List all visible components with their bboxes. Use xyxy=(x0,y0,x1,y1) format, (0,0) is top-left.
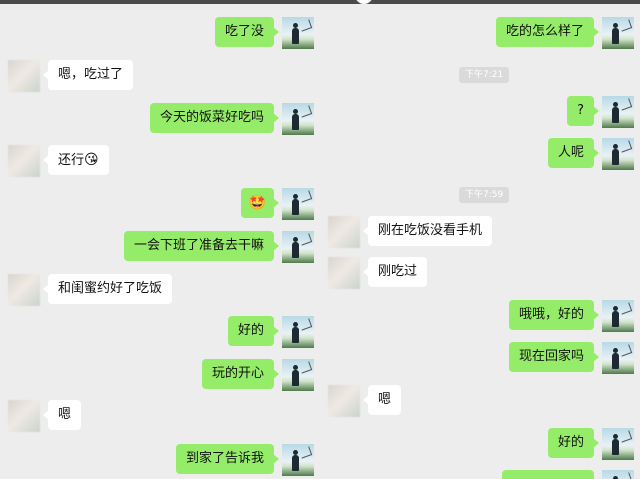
friend-avatar-icon[interactable] xyxy=(328,385,360,417)
message-text: 吃的怎么样了 xyxy=(505,24,584,39)
timestamp: 下午7:21 xyxy=(459,67,510,83)
message-text: 现在回家吗 xyxy=(518,349,584,364)
my-avatar-icon[interactable] xyxy=(282,444,314,476)
message-text: 好的 xyxy=(557,435,584,450)
my-avatar-icon[interactable] xyxy=(602,470,634,479)
message-text: 今天的饭菜好吃吗 xyxy=(159,110,264,125)
my-avatar-icon[interactable] xyxy=(602,428,634,460)
friend-avatar-icon[interactable] xyxy=(328,257,360,289)
message-text: 人呢 xyxy=(557,145,584,160)
incoming-bubble[interactable]: 还行😘 xyxy=(43,145,109,175)
message-text: 一会下班了准备去干嘛 xyxy=(133,238,264,253)
incoming-bubble[interactable]: 刚吃过 xyxy=(362,257,428,287)
message-text: 还行 xyxy=(58,153,85,168)
outgoing-bubble[interactable]: 玩的开心 xyxy=(201,359,280,389)
chat-pane-right[interactable]: 吃的怎么样了 下午7:21 ? 人呢 下午7:59 刚在吃饭没看手机 刚吃过 哦… xyxy=(320,4,640,479)
my-avatar-icon[interactable] xyxy=(602,138,634,170)
my-avatar-icon[interactable] xyxy=(282,231,314,263)
message-text: 刚在吃饭没看手机 xyxy=(378,223,483,238)
message-text: 嗯，吃过了 xyxy=(58,67,124,82)
outgoing-bubble[interactable]: 今天的饭菜好吃吗 xyxy=(149,103,280,133)
friend-avatar-icon[interactable] xyxy=(328,216,360,248)
outgoing-bubble[interactable]: 人呢 xyxy=(547,138,600,168)
my-avatar-icon[interactable] xyxy=(602,96,634,128)
incoming-bubble[interactable]: 嗯，吃过了 xyxy=(42,60,134,90)
message-text: 哦哦，好的 xyxy=(518,307,584,322)
friend-avatar-icon[interactable] xyxy=(8,400,40,432)
incoming-bubble[interactable]: 刚在吃饭没看手机 xyxy=(362,216,493,246)
message-text: 刚吃过 xyxy=(378,264,418,279)
my-avatar-icon[interactable] xyxy=(282,359,314,391)
incoming-bubble[interactable]: 嗯 xyxy=(362,385,402,415)
outgoing-bubble[interactable] xyxy=(502,470,594,479)
friend-avatar-icon[interactable] xyxy=(8,60,40,92)
my-avatar-icon[interactable] xyxy=(282,103,314,135)
friend-avatar-icon[interactable] xyxy=(8,145,40,177)
message-text: 好的 xyxy=(237,323,264,338)
outgoing-bubble[interactable]: 一会下班了准备去干嘛 xyxy=(123,231,280,261)
outgoing-bubble[interactable]: 好的 xyxy=(227,316,280,346)
message-text: 嗯 xyxy=(378,392,392,407)
outgoing-bubble[interactable]: 哦哦，好的 xyxy=(508,300,600,330)
my-avatar-icon[interactable] xyxy=(282,188,314,220)
outgoing-bubble[interactable]: ? xyxy=(567,96,599,126)
incoming-bubble[interactable]: 和闺蜜约好了吃饭 xyxy=(42,274,173,304)
message-text: 和闺蜜约好了吃饭 xyxy=(58,281,163,296)
outgoing-bubble[interactable]: 到家了告诉我 xyxy=(175,444,280,474)
outgoing-bubble[interactable]: 🤩 xyxy=(240,188,280,218)
timestamp: 下午7:59 xyxy=(459,187,510,203)
my-avatar-icon[interactable] xyxy=(602,17,634,49)
incoming-bubble[interactable]: 嗯 xyxy=(42,400,82,430)
outgoing-bubble[interactable]: 现在回家吗 xyxy=(508,342,600,372)
friend-avatar-icon[interactable] xyxy=(8,274,40,306)
my-avatar-icon[interactable] xyxy=(282,17,314,49)
outgoing-bubble[interactable]: 吃了没 xyxy=(214,17,280,47)
my-avatar-icon[interactable] xyxy=(282,316,314,348)
outgoing-bubble[interactable]: 好的 xyxy=(547,428,600,458)
chat-pane-left[interactable]: 吃了没 嗯，吃过了 今天的饭菜好吃吗 还行😘 🤩 一会下班了准备去干嘛 和闺蜜约… xyxy=(0,4,320,479)
outgoing-bubble[interactable]: 吃的怎么样了 xyxy=(495,17,600,47)
kiss-emoji-icon: 😘 xyxy=(84,152,99,168)
star-eyes-emoji-icon: 🤩 xyxy=(248,195,266,211)
message-text: ? xyxy=(577,103,584,118)
my-avatar-icon[interactable] xyxy=(602,342,634,374)
message-text: 嗯 xyxy=(58,407,72,422)
my-avatar-icon[interactable] xyxy=(602,300,634,332)
message-text: 到家了告诉我 xyxy=(185,451,264,466)
message-text: 吃了没 xyxy=(224,24,264,39)
message-text: 玩的开心 xyxy=(211,366,264,381)
